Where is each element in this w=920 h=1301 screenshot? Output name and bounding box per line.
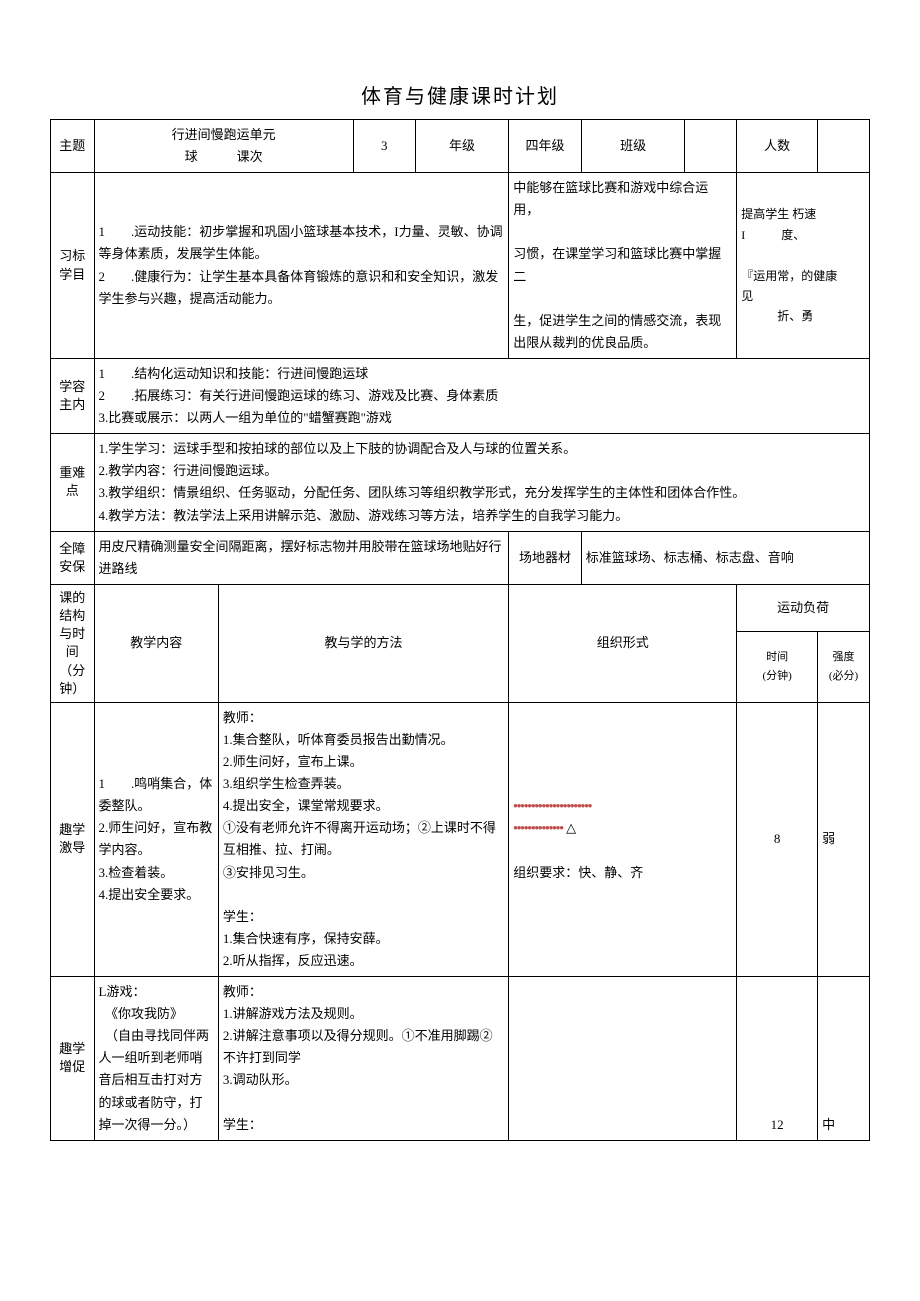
topic-value: 行进间慢跑运单元 球 课次 (94, 120, 353, 173)
label-goals: 习标学目 (51, 173, 95, 359)
goals-right: 提高学生 朽速 I 度、 『运用常，的健康 见 折、勇 (737, 173, 870, 359)
row-content: 学容主内 1 .结构化运动知识和技能：行进间慢跑运球 2 .拓展练习：有关行进间… (51, 358, 870, 433)
col-intensity: 强度 (必分) (818, 632, 870, 703)
seg2-org (509, 977, 737, 1141)
goals-left: 1 .运动技能：初步掌握和巩固小篮球基本技术，I力量、灵敏、协调等身体素质，发展… (94, 173, 509, 359)
label-content: 学容主内 (51, 358, 95, 433)
label-class: 班级 (581, 120, 685, 173)
seg2-label: 趣学增促 (51, 977, 95, 1141)
grade-value: 四年级 (509, 120, 582, 173)
seg2-method: 教师： 1.讲解游戏方法及规则。 2.讲解注意事项以及得分规则。①不准用脚踢②不… (218, 977, 508, 1141)
lesson-plan-table: 主题 行进间慢跑运单元 球 课次 3 年级 四年级 班级 人数 习标学目 1 .… (50, 119, 870, 1141)
label-topic: 主题 (51, 120, 95, 173)
label-count: 人数 (737, 120, 818, 173)
keypoints-body: 1.学生学习：运球手型和按拍球的部位以及上下肢的协调配合及人与球的位置关系。 2… (94, 434, 869, 531)
row-safety: 全障安保 用皮尺精确测量安全间隔距离，摆好标志物并用胶带在篮球场地贴好行进路线 … (51, 531, 870, 584)
equipment-value: 标准篮球场、标志桶、标志盘、音响 (581, 531, 869, 584)
goals-mid: 中能够在篮球比赛和游戏中综合运用， 习惯，在课堂学习和篮球比赛中掌握二 生，促进… (509, 173, 737, 359)
col-org: 组织形式 (509, 584, 737, 702)
label-equipment: 场地器材 (509, 531, 582, 584)
seg1-time: 8 (737, 702, 818, 976)
col-structure: 课的结构与时间（分钟） (51, 584, 95, 702)
org-requirement: 组织要求：快、静、齐 (513, 862, 732, 884)
org-dots-row1: •••••••••••••••••••••• (513, 795, 732, 817)
row-goals: 习标学目 1 .运动技能：初步掌握和巩固小篮球基本技术，I力量、灵敏、协调等身体… (51, 173, 870, 359)
content-body: 1 .结构化运动知识和技能：行进间慢跑运球 2 .拓展练习：有关行进间慢跑运球的… (94, 358, 869, 433)
col-content: 教学内容 (94, 584, 218, 702)
row-topic: 主题 行进间慢跑运单元 球 课次 3 年级 四年级 班级 人数 (51, 120, 870, 173)
org-dots-row2: •••••••••••••• (513, 820, 563, 835)
count-value (818, 120, 870, 173)
seg1-method: 教师： 1.集合整队，听体育委员报告出勤情况。 2.师生问好，宣布上课。 3.组… (218, 702, 508, 976)
triangle-icon: △ (566, 820, 576, 835)
row-segment-1: 趣学激导 1 .鸣哨集合，体委整队。 2.师生问好，宣布教学内容。 3.检查着装… (51, 702, 870, 976)
seg1-label: 趣学激导 (51, 702, 95, 976)
seg1-content: 1 .鸣哨集合，体委整队。 2.师生问好，宣布教学内容。 3.检查着装。 4.提… (94, 702, 218, 976)
class-value (685, 120, 737, 173)
page-title: 体育与健康课时计划 (50, 80, 870, 109)
row-keypoints: 重难点 1.学生学习：运球手型和按拍球的部位以及上下肢的协调配合及人与球的位置关… (51, 434, 870, 531)
label-safety: 全障安保 (51, 531, 95, 584)
session-number: 3 (353, 120, 415, 173)
row-segment-2: 趣学增促 L游戏： 《你攻我防》 （自由寻找同伴两人一组听到老师哨音后相互击打对… (51, 977, 870, 1141)
seg1-org: •••••••••••••••••••••• •••••••••••••• △ … (509, 702, 737, 976)
seg2-time: 12 (737, 977, 818, 1141)
col-time: 时间 (分钟) (737, 632, 818, 703)
row-section-header: 课的结构与时间（分钟） 教学内容 教与学的方法 组织形式 运动负荷 (51, 584, 870, 631)
seg2-content: L游戏： 《你攻我防》 （自由寻找同伴两人一组听到老师哨音后相互击打对方的球或者… (94, 977, 218, 1141)
seg2-intensity: 中 (818, 977, 870, 1141)
safety-measure: 用皮尺精确测量安全间隔距离，摆好标志物并用胶带在篮球场地贴好行进路线 (94, 531, 509, 584)
col-method: 教与学的方法 (218, 584, 508, 702)
seg1-intensity: 弱 (818, 702, 870, 976)
org-dots-tri-row: •••••••••••••• △ (513, 817, 732, 839)
label-keypoints: 重难点 (51, 434, 95, 531)
label-grade: 年级 (415, 120, 508, 173)
col-load: 运动负荷 (737, 584, 870, 631)
